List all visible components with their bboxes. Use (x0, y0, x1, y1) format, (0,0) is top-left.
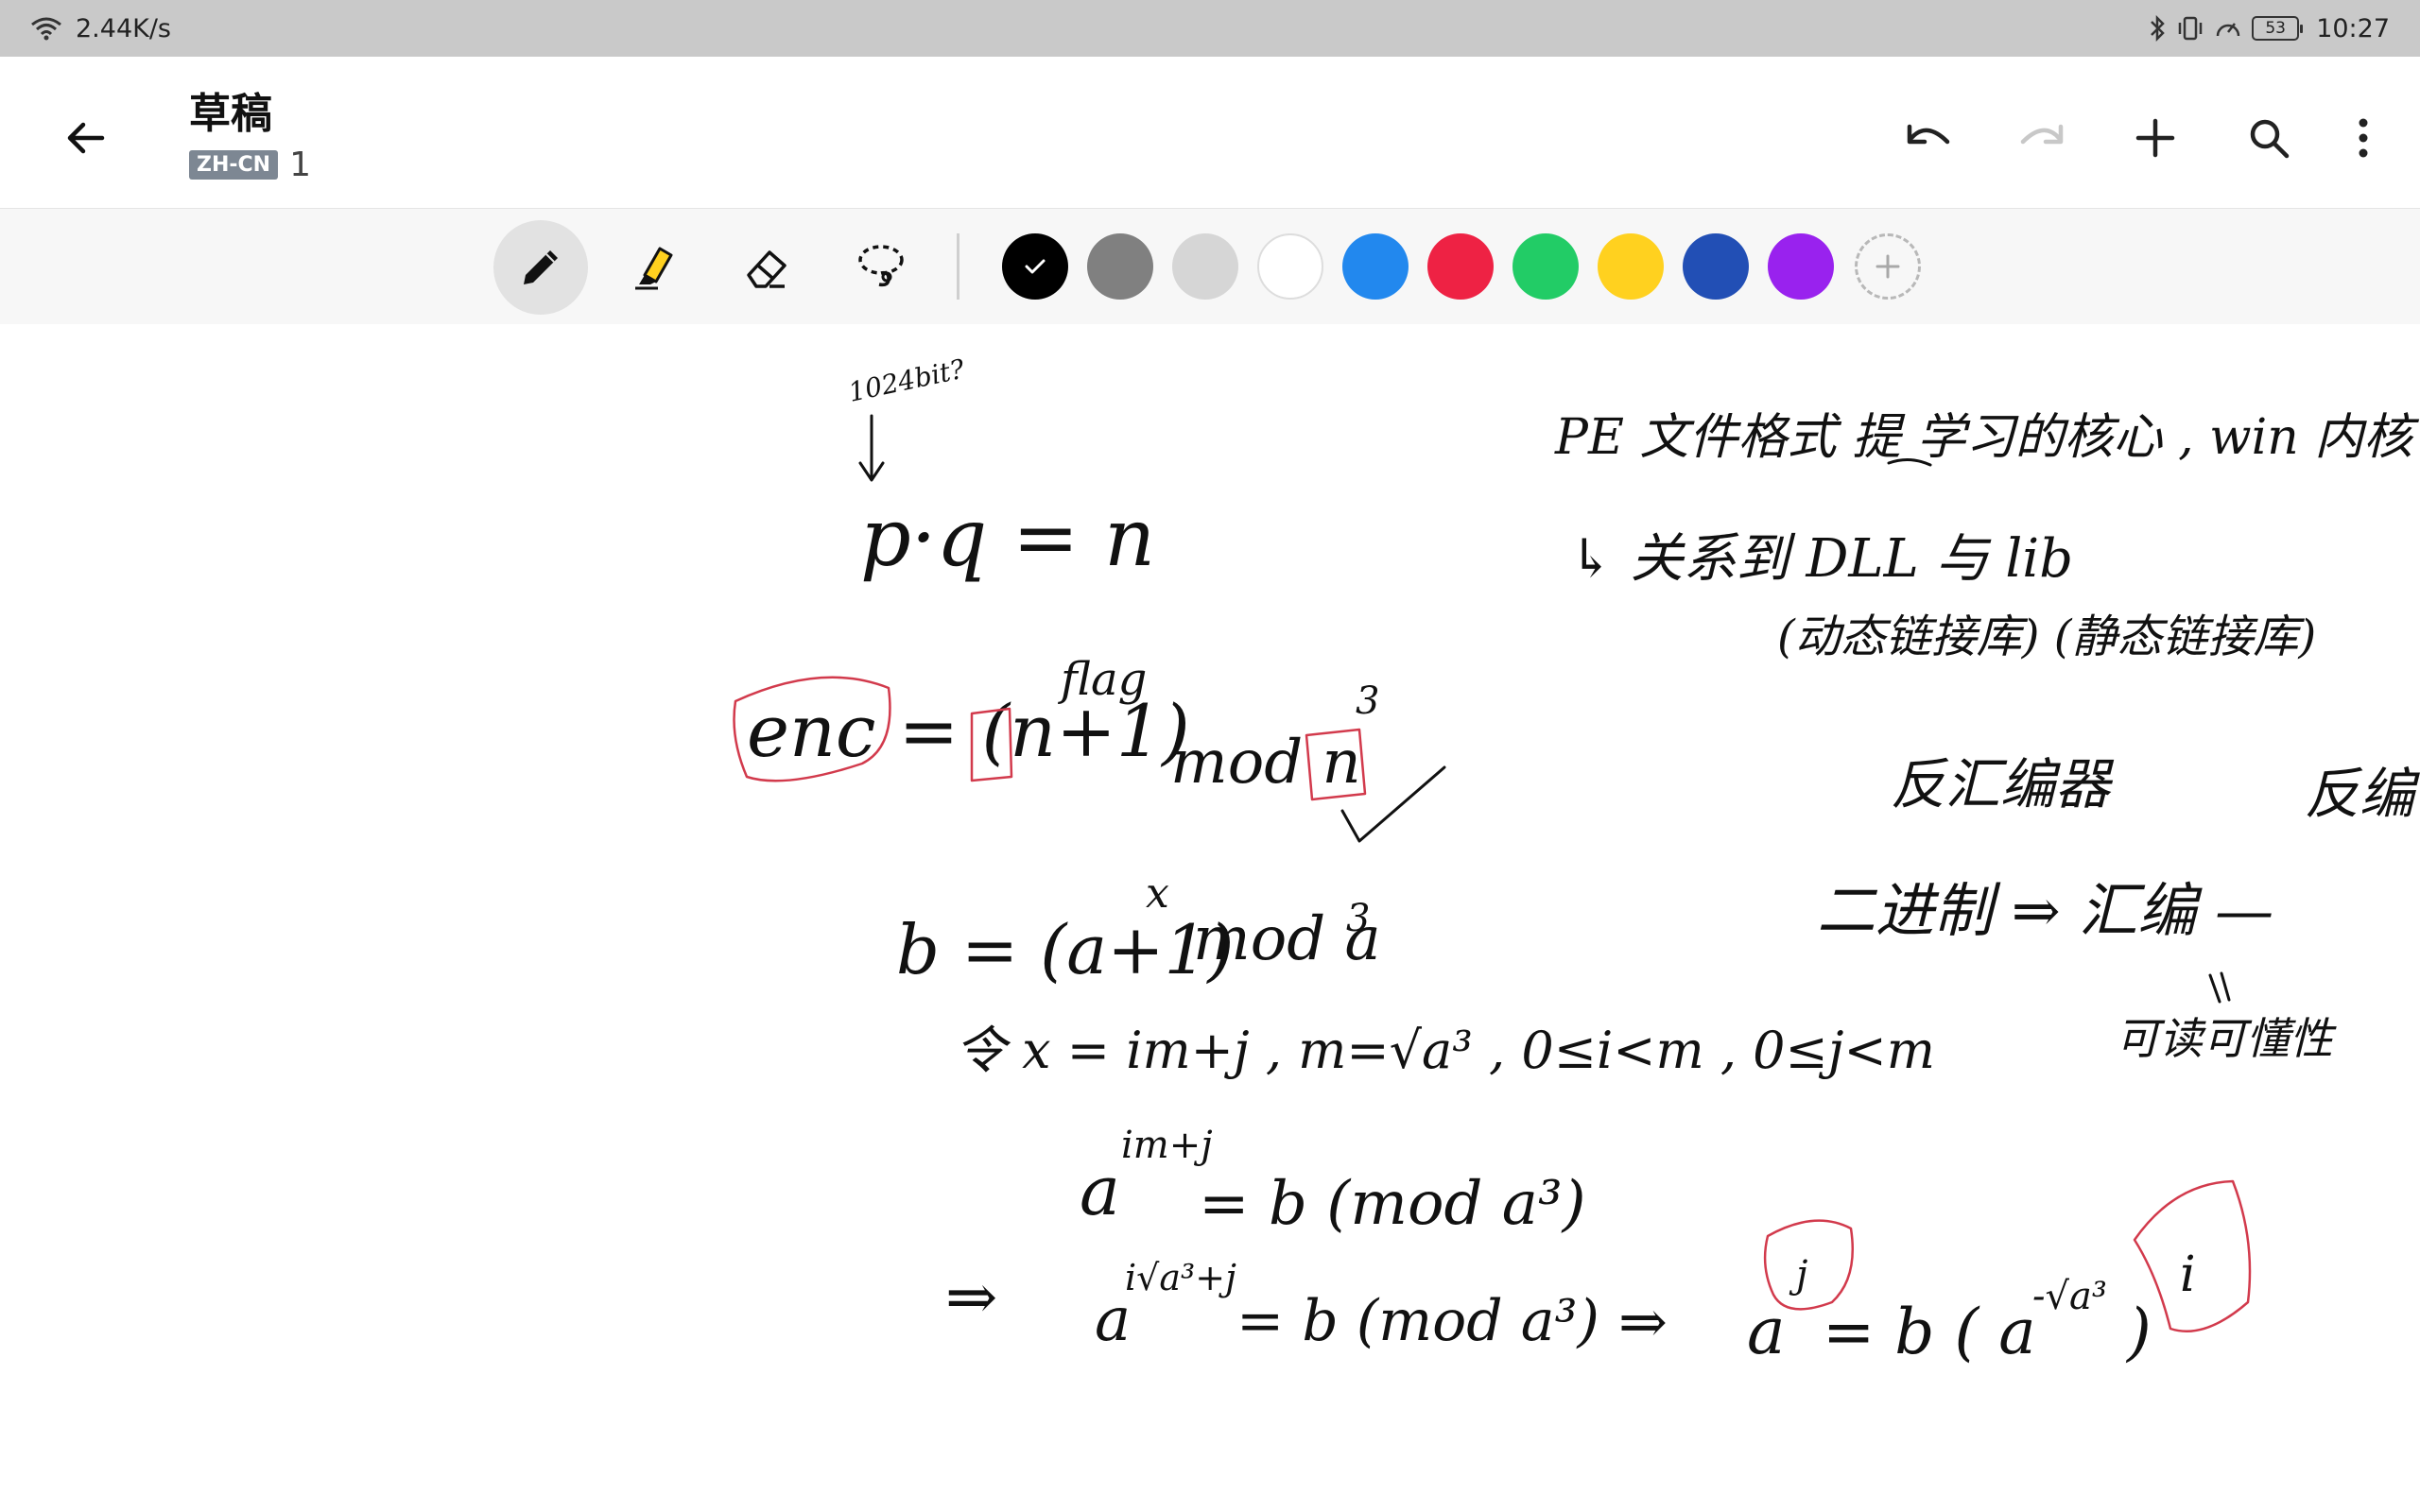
eraser-icon (747, 250, 786, 288)
a3-j: j (1789, 1253, 1807, 1297)
color-swatch-purple[interactable] (1768, 233, 1834, 300)
redo-icon (2020, 124, 2064, 145)
clock: 10:27 (2316, 13, 2390, 43)
note-bits: 1024bit? (846, 352, 969, 407)
plus-icon (1876, 254, 1900, 279)
color-swatch-blue[interactable] (1342, 233, 1409, 300)
add-icon (2135, 118, 2175, 158)
undo-button[interactable] (1891, 100, 1966, 176)
down-marks (2208, 971, 2231, 1004)
highlighter-tool[interactable] (607, 220, 701, 315)
color-swatch-light-gray[interactable] (1172, 233, 1238, 300)
highlighter-icon (635, 247, 673, 290)
app-actions (1891, 100, 2382, 176)
title-meta: ZH-CN 1 (189, 146, 311, 184)
battery-icon: 53 (2252, 16, 2304, 41)
color-swatch-dark-blue[interactable] (1683, 233, 1749, 300)
pen-icon (524, 250, 558, 284)
a3-close: ) (2125, 1296, 2152, 1368)
search-icon (2250, 119, 2290, 159)
b-exponent: x (1146, 869, 1169, 918)
down-arrow (858, 414, 885, 482)
lasso-icon (858, 245, 904, 287)
a2-exponent: i√a³+j (1125, 1257, 1236, 1298)
eq-a3: a (1747, 1295, 1786, 1369)
toolbar-divider (957, 233, 959, 300)
note-link: (动态链接库) (静态链接库) (1777, 610, 2316, 663)
a3-i: i (2180, 1246, 2196, 1303)
back-button[interactable] (47, 100, 123, 176)
undo-icon (1907, 124, 1950, 145)
network-speed: 2.44K/s (76, 13, 171, 43)
a3-rhs: = b ( a (1823, 1296, 2036, 1368)
language-tag[interactable]: ZH-CN (189, 150, 279, 180)
add-button[interactable] (2118, 100, 2193, 176)
check-icon (1025, 259, 1046, 274)
more-button[interactable] (2344, 100, 2382, 176)
wifi-icon (30, 16, 62, 41)
implies-1: ⇒ (945, 1261, 997, 1333)
eq-rsa: p·q = n (860, 491, 1155, 584)
vibrate-icon (2176, 15, 2204, 42)
handwriting-layer: 1024bit? p·q = n enc = (n+1) flag mod n … (733, 352, 2420, 1369)
drawing-canvas[interactable]: 1024bit? p·q = n enc = (n+1) flag mod n … (0, 324, 2420, 1512)
enc-mod-exp: 3 (1356, 679, 1379, 723)
a-exponent: im+j (1121, 1124, 1213, 1167)
color-swatch-black[interactable] (1002, 233, 1068, 300)
eq-b: b = (a+1) (896, 910, 1234, 989)
color-swatch-green[interactable] (1512, 233, 1579, 300)
redo-button[interactable] (2004, 100, 2080, 176)
eq-a: a (1080, 1151, 1120, 1230)
status-right: 53 10:27 (2148, 0, 2390, 57)
speed-icon (2214, 15, 2242, 42)
search-button[interactable] (2231, 100, 2307, 176)
a2-rhs: = b (mod a³) (1236, 1288, 1599, 1354)
status-left: 2.44K/s (30, 0, 171, 57)
b-mod-exp: 3 (1346, 897, 1370, 940)
note-pe: PE 文件格式 提 学习的核心 , win 内核 API (1554, 409, 2420, 466)
back-icon (67, 122, 105, 154)
implies-2: ⇒ (1618, 1287, 1668, 1356)
color-swatch-white[interactable] (1257, 233, 1323, 300)
note-disasm-2: 反编 (2305, 762, 2420, 826)
color-swatch-gray[interactable] (1087, 233, 1153, 300)
lasso-tool[interactable] (834, 220, 928, 315)
color-swatch-red[interactable] (1427, 233, 1494, 300)
enc-mod: mod n (1170, 728, 1361, 798)
eq-let: 令 x = im+j , m=√a³ , 0≤i<m , 0≤j<m (955, 1021, 1935, 1080)
eraser-tool[interactable] (720, 220, 815, 315)
a-rhs: = b (mod a³) (1199, 1169, 1586, 1239)
page-title: 草稿 (189, 90, 272, 138)
page-number: 1 (289, 146, 311, 184)
note-disasm-1: 反汇编器 (1891, 752, 2115, 816)
note-dll: ↳ 关系到 DLL 与 lib (1569, 528, 2073, 590)
battery-level: 53 (2265, 19, 2286, 38)
drawing-toolbar (0, 208, 2420, 325)
note-readable: 可读可懂性 (2116, 1013, 2337, 1064)
add-color-button[interactable] (1855, 233, 1921, 300)
color-swatch-yellow[interactable] (1598, 233, 1664, 300)
app-bar: 草稿 ZH-CN 1 (0, 57, 2420, 208)
note-binary-flow: 二进制 ⇒ 汇编 — (1817, 876, 2273, 945)
bluetooth-icon (2148, 15, 2167, 42)
pen-tool[interactable] (493, 220, 588, 315)
enc-exponent: flag (1058, 653, 1147, 706)
more-icon (2359, 118, 2368, 158)
a3-exponent: -√a³ (2032, 1275, 2107, 1318)
status-bar: 2.44K/s 53 10:27 (0, 0, 2420, 57)
